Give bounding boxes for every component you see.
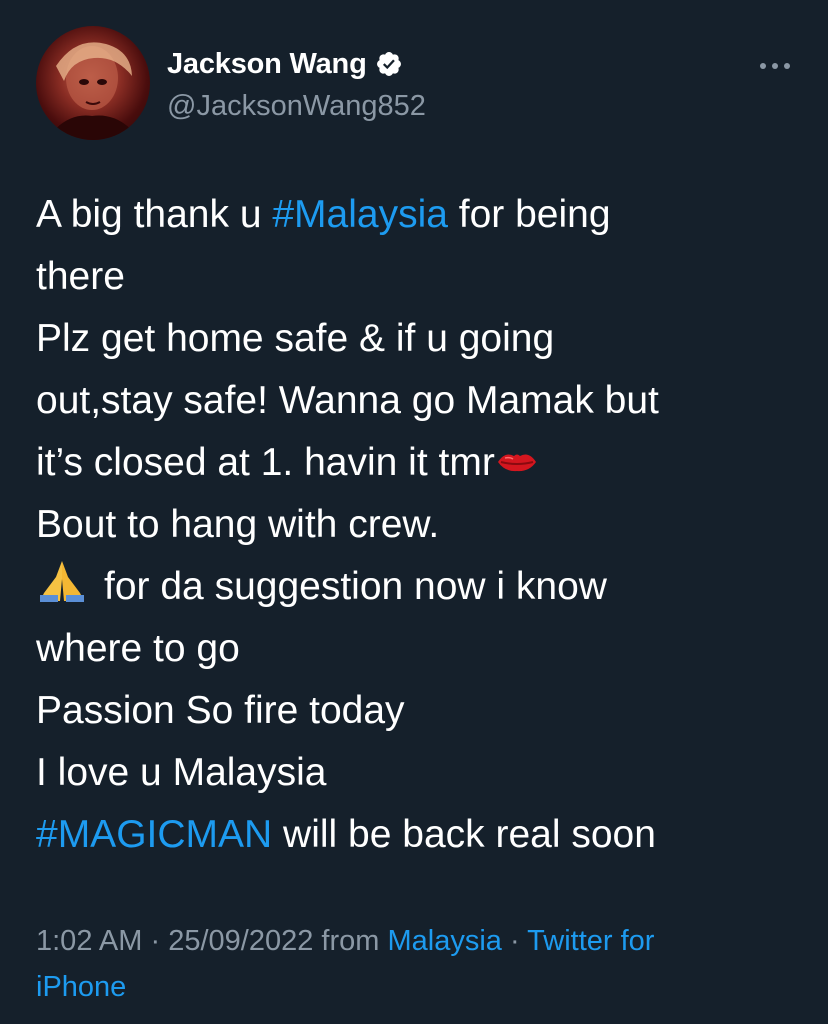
tweet-header: Jackson Wang @JacksonWang852 (36, 26, 792, 140)
hashtag-link[interactable]: #Malaysia (272, 193, 448, 236)
tweet-line: where to go (36, 627, 240, 670)
tweet-metadata: 1:02 AM · 25/09/2022 from Malaysia · Twi… (36, 918, 796, 1010)
source-link-continued[interactable]: iPhone (36, 971, 126, 1003)
tweet-line: Bout to hang with crew. (36, 503, 440, 546)
tweet-date[interactable]: 25/09/2022 (168, 925, 313, 957)
source-link[interactable]: Twitter for (527, 925, 654, 957)
tweet-line: #MAGICMAN will be back real soon (36, 813, 656, 856)
tweet-line: Passion So fire today (36, 689, 405, 732)
verified-badge-icon (376, 52, 401, 76)
tweet-line: there (36, 255, 125, 298)
meta-line-1: 1:02 AM · 25/09/2022 from Malaysia · Twi… (36, 925, 655, 957)
tweet-line: Plz get home safe & if u going (36, 317, 555, 360)
ellipsis-icon[interactable] (758, 60, 792, 72)
tweet-time[interactable]: 1:02 AM (36, 925, 142, 957)
tweet-line: for da suggestion now i know (36, 556, 806, 618)
display-name[interactable]: Jackson Wang (167, 48, 367, 81)
tweet-text: A big thank u #Malaysia for being there … (36, 184, 806, 866)
tweet-line: I love u Malaysia (36, 751, 327, 794)
location-link[interactable]: Malaysia (387, 925, 501, 957)
folded-hands-emoji-icon (40, 561, 84, 602)
name-row: Jackson Wang (167, 46, 426, 82)
author-info: Jackson Wang @JacksonWang852 (167, 46, 426, 123)
kiss-mark-emoji-icon (497, 454, 536, 472)
tweet-line: A big thank u #Malaysia for being (36, 193, 611, 236)
hashtag-link[interactable]: #MAGICMAN (36, 813, 272, 856)
avatar[interactable] (36, 26, 150, 140)
meta-line-2: iPhone (36, 964, 796, 1010)
tweet-line: it’s closed at 1. havin it tmr (36, 432, 806, 494)
tweet-line: out,stay safe! Wanna go Mamak but (36, 379, 659, 422)
handle[interactable]: @JacksonWang852 (167, 90, 426, 123)
